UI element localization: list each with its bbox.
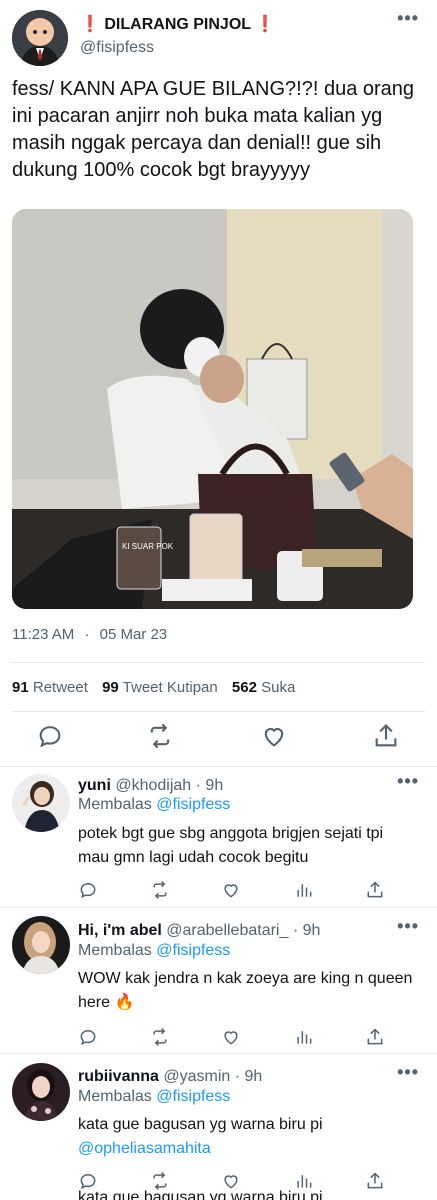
like-icon[interactable] [221, 1171, 241, 1191]
avatar[interactable] [12, 10, 68, 66]
reply-author[interactable]: yuni @khodijah · 9h [78, 777, 223, 795]
replying-to: Membalas @fisipfess [78, 796, 230, 814]
replying-to-link[interactable]: @fisipfess [156, 796, 230, 813]
avatar[interactable] [12, 1063, 70, 1121]
tweet-photo[interactable]: KI SUAR POK [12, 209, 413, 609]
divider [12, 662, 425, 663]
photo-illustration: KI SUAR POK [12, 209, 413, 609]
reply-author[interactable]: Hi, i'm abel @arabellebatari_ · 9h [78, 922, 320, 940]
reply-text: potek bgt gue sbg anggota brigjen sejati… [78, 825, 384, 866]
reply-actions [78, 1027, 398, 1049]
reply-time: · 9h [195, 777, 224, 794]
reply-author[interactable]: rubiivanna @yasmin · 9h [78, 1068, 262, 1086]
clipped-reply-text: kata gue bagusan yg warna biru pi [78, 1189, 323, 1200]
retweet-icon[interactable] [150, 1171, 170, 1191]
date-separator: · [84, 626, 90, 643]
replying-to-link[interactable]: @fisipfess [156, 1088, 230, 1105]
retweet-icon[interactable] [150, 880, 170, 900]
reply-icon[interactable] [78, 880, 98, 900]
replying-to: Membalas @fisipfess [78, 942, 230, 960]
reply-icon[interactable] [78, 1171, 98, 1191]
share-icon[interactable] [372, 722, 400, 750]
user-handle: @yasmin [163, 1068, 231, 1085]
retweets-stat[interactable]: 91 Retweet [12, 679, 88, 696]
like-label: Suka [261, 679, 296, 696]
quotes-stat[interactable]: 99 Tweet Kutipan [102, 679, 218, 696]
reply-tweet[interactable]: rubiivanna @yasmin · 9h ••• Membalas @fi… [0, 1054, 437, 1191]
user-handle: @khodijah [115, 777, 192, 794]
mention-link[interactable]: @opheliasamahita [78, 1140, 211, 1157]
tweet-timestamp[interactable]: 11:23 AM · 05 Mar 23 [12, 626, 167, 643]
reply-text: kata gue bagusan yg warna biru pi @ophel… [78, 1113, 418, 1161]
tweet-time: 11:23 AM [12, 626, 75, 643]
display-name-text: DILARANG PINJOL [104, 16, 251, 33]
avatar-image [12, 10, 68, 66]
reply-icon[interactable] [78, 1027, 98, 1047]
reply-icon[interactable] [36, 722, 64, 750]
retweet-label: Retweet [32, 679, 88, 696]
views-icon[interactable] [294, 1027, 314, 1047]
quote-count: 99 [102, 679, 119, 696]
reply-tweet[interactable]: Hi, i'm abel @arabellebatari_ · 9h ••• M… [0, 908, 437, 1053]
display-name: rubiivanna [78, 1068, 159, 1085]
share-icon[interactable] [365, 1027, 385, 1047]
quote-label: Tweet Kutipan [122, 679, 218, 696]
exclamation-icon: ❗ [255, 16, 276, 33]
divider [12, 711, 425, 712]
reply-text-body: kata gue bagusan yg warna biru pi [78, 1116, 323, 1133]
tweet-stats: 91 Retweet 99 Tweet Kutipan 562 Suka [12, 679, 295, 696]
views-icon[interactable] [294, 880, 314, 900]
like-icon[interactable] [221, 1027, 241, 1047]
avatar[interactable] [12, 916, 70, 974]
exclamation-icon: ❗ [80, 16, 100, 33]
more-icon[interactable]: ••• [397, 8, 419, 29]
replying-to-link[interactable]: @fisipfess [156, 942, 230, 959]
replying-label: Membalas [78, 942, 152, 959]
tweet-text: fess/ KANN APA GUE BILANG?!?! dua orang … [12, 78, 415, 181]
replying-label: Membalas [78, 1088, 152, 1105]
reply-tweet[interactable]: yuni @khodijah · 9h ••• Membalas @fisipf… [0, 767, 437, 907]
retweet-icon[interactable] [146, 722, 174, 750]
reply-text: WOW kak jendra n kak zoeya are king n qu… [78, 970, 413, 1011]
cup-label: KI SUAR POK [122, 542, 174, 551]
replying-to: Membalas @fisipfess [78, 1088, 230, 1106]
more-icon[interactable]: ••• [397, 916, 419, 937]
replying-label: Membalas [78, 796, 152, 813]
like-count: 562 [231, 679, 257, 696]
user-handle[interactable]: @fisipfess [80, 39, 154, 57]
display-name: Hi, i'm abel [78, 922, 162, 939]
share-icon[interactable] [365, 880, 385, 900]
tweet-actions [0, 722, 437, 754]
user-handle: @arabellebatari_ [166, 922, 289, 939]
reply-time: · 9h [292, 922, 321, 939]
reply-time: · 9h [234, 1068, 263, 1085]
display-name[interactable]: ❗ DILARANG PINJOL ❗ [80, 14, 275, 34]
reply-actions [78, 880, 398, 902]
likes-stat[interactable]: 562 Suka [232, 679, 295, 696]
like-icon[interactable] [260, 722, 288, 750]
more-icon[interactable]: ••• [397, 1062, 419, 1083]
retweet-count: 91 [12, 679, 29, 696]
like-icon[interactable] [221, 880, 241, 900]
retweet-icon[interactable] [150, 1027, 170, 1047]
share-icon[interactable] [365, 1171, 385, 1191]
display-name: yuni [78, 777, 111, 794]
more-icon[interactable]: ••• [397, 771, 419, 792]
avatar[interactable] [12, 774, 70, 832]
views-icon[interactable] [294, 1171, 314, 1191]
tweet-date: 05 Mar 23 [99, 626, 168, 643]
